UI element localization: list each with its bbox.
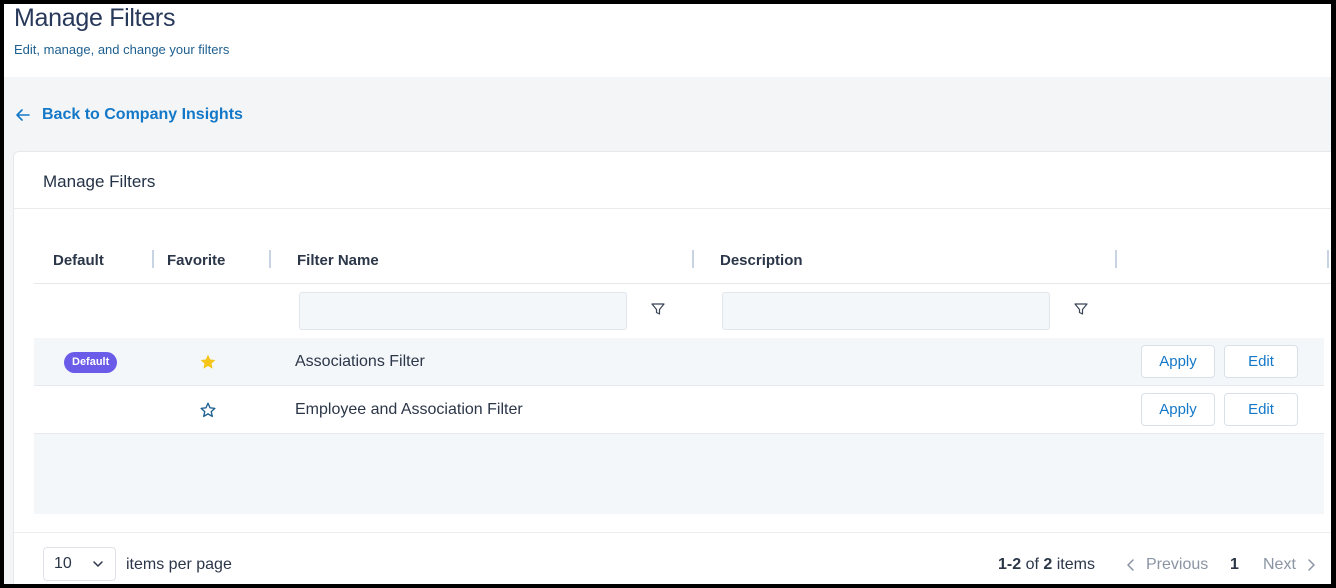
description-filter-input[interactable] [722, 292, 1050, 330]
next-label: Next [1263, 556, 1296, 573]
arrow-left-icon [16, 109, 30, 121]
column-header-description[interactable]: Description [720, 252, 803, 269]
back-link-label: Back to Company Insights [42, 106, 243, 123]
column-resize-handle[interactable] [269, 250, 271, 268]
column-header-filter-name[interactable]: Filter Name [297, 252, 379, 269]
column-header-favorite[interactable]: Favorite [167, 252, 225, 269]
filter-name-cell: Associations Filter [295, 353, 425, 370]
filter-name-cell: Employee and Association Filter [295, 401, 523, 418]
app-frame: Manage Filters Edit, manage, and change … [4, 4, 1331, 584]
previous-page-button[interactable]: Previous [1124, 556, 1208, 574]
table-row: Employee and Association Filter Apply Ed… [34, 386, 1324, 434]
column-resize-handle[interactable] [152, 250, 154, 268]
chevron-left-icon [1127, 559, 1134, 571]
column-resize-handle[interactable] [1327, 250, 1329, 268]
table-row: Default Associations Filter Apply Edit [34, 338, 1324, 386]
page-size-value: 10 [54, 555, 72, 572]
star-outline-icon[interactable] [199, 401, 217, 419]
edit-button[interactable]: Edit [1224, 345, 1298, 378]
apply-button[interactable]: Apply [1141, 393, 1215, 426]
default-badge: Default [64, 352, 118, 373]
apply-button[interactable]: Apply [1141, 345, 1215, 378]
filter-funnel-icon[interactable] [650, 301, 666, 317]
header-divider [34, 283, 1331, 284]
page-title: Manage Filters [14, 4, 176, 32]
filter-funnel-icon[interactable] [1073, 301, 1089, 317]
items-per-page-label: items per page [126, 556, 232, 573]
page-subtitle: Edit, manage, and change your filters [14, 42, 230, 57]
card-divider [14, 208, 1331, 209]
manage-filters-card: Manage Filters Default Favorite Filter N… [13, 151, 1331, 584]
chevron-down-icon [93, 561, 103, 567]
column-resize-handle[interactable] [692, 250, 694, 268]
chevron-right-icon [1308, 559, 1315, 571]
column-header-default[interactable]: Default [53, 252, 104, 269]
back-to-company-insights-link[interactable]: Back to Company Insights [14, 106, 243, 124]
next-page-button[interactable]: Next [1263, 556, 1318, 574]
filter-name-filter-input[interactable] [299, 292, 627, 330]
footer-divider [14, 532, 1331, 533]
table-empty-area [34, 434, 1324, 514]
page-number-1[interactable]: 1 [1230, 556, 1239, 574]
page-size-select[interactable]: 10 [43, 547, 116, 581]
pager-range-text: 1-2 of 2 items [998, 556, 1095, 573]
column-resize-handle[interactable] [1115, 250, 1117, 268]
edit-button[interactable]: Edit [1224, 393, 1298, 426]
card-title: Manage Filters [43, 172, 156, 191]
star-filled-icon[interactable] [199, 353, 217, 371]
previous-label: Previous [1146, 556, 1209, 573]
